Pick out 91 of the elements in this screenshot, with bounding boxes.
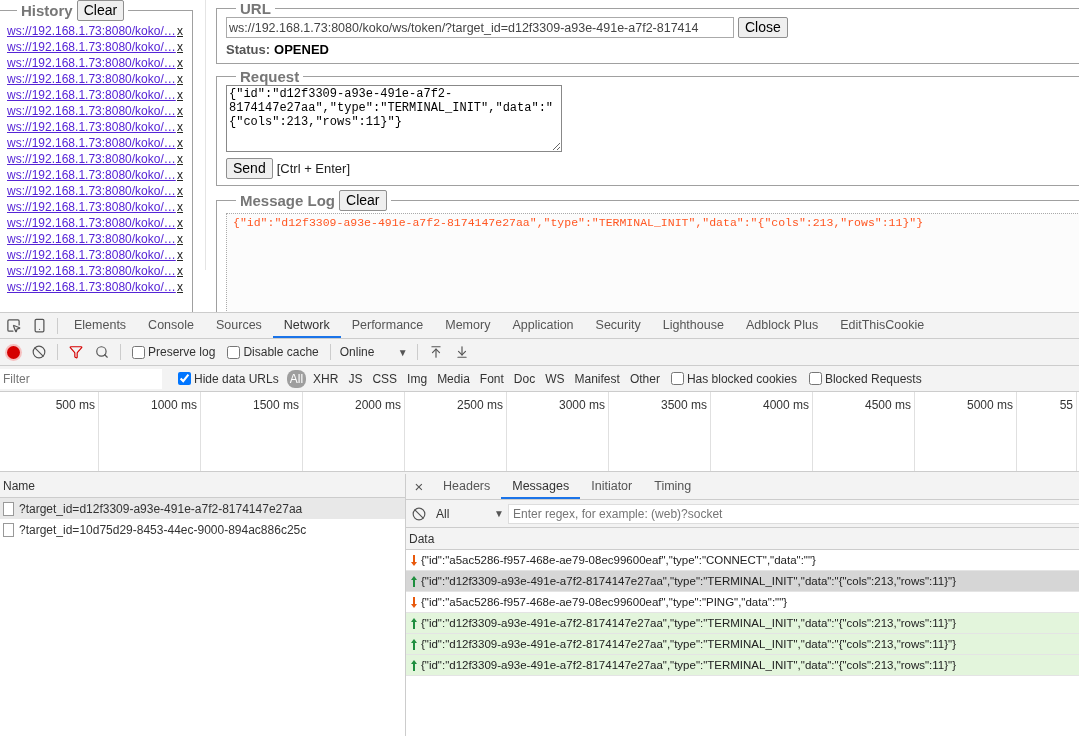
checkbox[interactable]	[670, 372, 684, 385]
type-filter[interactable]: JS	[345, 369, 366, 388]
type-filter[interactable]: CSS	[369, 369, 401, 388]
remove-link[interactable]: x	[177, 184, 183, 198]
time-tick: 1500 ms	[252, 398, 299, 412]
remove-link[interactable]: x	[177, 264, 183, 278]
panel-title: URL	[240, 0, 271, 17]
devtools-tab[interactable]: Adblock Plus	[734, 313, 830, 338]
type-filter[interactable]: Doc	[510, 369, 539, 388]
checkbox[interactable]	[808, 372, 822, 385]
log-entry: {"id":"d12f3309-a93e-491e-a7f2-8174147e27aa","type":"TERMINAL_INIT","data":"{"cols":213,"rows":11}"}	[233, 216, 925, 229]
remove-link[interactable]: x	[177, 232, 183, 246]
remove-link[interactable]: x	[177, 152, 183, 166]
caret-icon: ▼	[397, 346, 408, 358]
time-tick: 500 ms	[55, 398, 95, 412]
status-value: OPENED	[274, 42, 329, 57]
detail-tab[interactable]: Timing	[643, 474, 703, 499]
devtools-tab[interactable]: Performance	[340, 313, 435, 338]
regex-field[interactable]: Enter regex, for example: (web)?socket	[508, 503, 1079, 524]
type-filter[interactable]: Other	[626, 369, 663, 388]
remove-link[interactable]: x	[177, 24, 183, 38]
checkbox-label: Blocked Requests	[824, 371, 922, 386]
remove-link[interactable]: x	[177, 216, 183, 230]
shortcut-hint: [Ctrl + Enter]	[276, 161, 351, 176]
close-button[interactable]: Close	[738, 17, 788, 38]
message-row[interactable]: {"id":"d12f3309-a93e-491e-a7f2-8174147e27aa","type":"TERMINAL_INIT","data":"{"cols":213,"rows":11}"}	[406, 571, 1079, 592]
filter-field[interactable]: Filter	[0, 368, 162, 389]
panel-title: Request	[240, 68, 300, 85]
remove-link[interactable]: x	[177, 56, 183, 70]
checkbox[interactable]	[178, 372, 191, 385]
checkbox-label: Preserve log	[148, 345, 216, 359]
checkbox[interactable]	[227, 345, 241, 359]
remove-link[interactable]: x	[177, 168, 183, 182]
type-filter[interactable]: Media	[434, 369, 473, 388]
type-filter[interactable]: Manifest	[571, 369, 623, 388]
message-row[interactable]: {"id":"d12f3309-a93e-491e-a7f2-8174147e27aa","type":"TERMINAL_INIT","data":"{"cols":213,"rows":11}"}	[406, 613, 1079, 634]
devtools-tab[interactable]: Application	[501, 313, 585, 338]
throttling-dropdown[interactable]: Online ▼	[335, 345, 412, 359]
remove-link[interactable]: x	[177, 200, 183, 214]
column-header: Data	[406, 528, 1079, 550]
remove-link[interactable]: x	[177, 40, 183, 54]
time-tick: 3500 ms	[660, 398, 707, 412]
panel-title: History	[21, 2, 73, 19]
checkbox-label: Hide data URLs	[194, 371, 279, 386]
type-filter[interactable]: Img	[404, 369, 431, 388]
remove-link[interactable]: x	[177, 136, 183, 150]
remove-link[interactable]: x	[177, 88, 183, 102]
detail-tab[interactable]: Headers	[432, 474, 502, 499]
remove-link[interactable]: x	[177, 72, 183, 86]
file-icon	[3, 501, 14, 516]
time-tick: 5000 ms	[966, 398, 1013, 412]
file-icon	[3, 522, 14, 537]
time-tick: 2000 ms	[354, 398, 401, 412]
detail-tab[interactable]: Initiator	[580, 474, 644, 499]
devtools-tab[interactable]: Console	[137, 313, 205, 338]
message-row[interactable]: {"id":"d12f3309-a93e-491e-a7f2-8174147e27aa","type":"TERMINAL_INIT","data":"{"cols":213,"rows":11}"}	[406, 655, 1079, 676]
checkbox-label: Disable cache	[243, 345, 319, 359]
time-tick: 2500 ms	[456, 398, 503, 412]
caret-icon: ▼	[494, 508, 504, 519]
remove-link[interactable]: x	[177, 104, 183, 118]
devtools-tab[interactable]: Security	[584, 313, 652, 338]
send-button[interactable]: Send	[226, 158, 273, 179]
checkbox-label: Has blocked cookies	[686, 371, 797, 386]
time-tick: 3000 ms	[558, 398, 605, 412]
clear-button[interactable]: Clear	[339, 190, 387, 211]
status-label: Status:	[226, 42, 271, 57]
request-row[interactable]: ?target_id=d12f3309-a93e-491e-a7f2-8174147e27aa	[0, 498, 405, 519]
devtools-tab[interactable]: Memory	[434, 313, 502, 338]
remove-link[interactable]: x	[177, 280, 183, 294]
time-tick: 1000 ms	[150, 398, 197, 412]
column-header: Name	[0, 474, 405, 498]
checkbox[interactable]	[132, 345, 145, 359]
time-tick: 4000 ms	[762, 398, 809, 412]
url-field[interactable]: ws://192.168.1.73:8080/koko/ws/token/?target_id=d12f3309-a93e-491e-a7f2-817414	[226, 17, 734, 38]
close-button[interactable]: ×	[406, 478, 432, 495]
devtools-tab[interactable]: Sources	[205, 313, 273, 338]
devtools-tab[interactable]: Elements	[63, 313, 138, 338]
time-tick: 4500 ms	[864, 398, 911, 412]
devtools-tab[interactable]: EditThisCookie	[829, 313, 936, 338]
type-filter[interactable]: Font	[476, 369, 507, 388]
panel-title: Message Log	[240, 192, 336, 209]
request-field[interactable]: {"id":"d12f3309-a93e-491e-a7f2-8174147e27aa","type":"TERMINAL_INIT","data":"{"cols":213,"rows":11}"}	[226, 85, 562, 152]
message-type-dropdown[interactable]: All ▼	[432, 506, 508, 521]
remove-link[interactable]: x	[177, 248, 183, 262]
time-tick: 55	[1059, 398, 1073, 412]
remove-link[interactable]: x	[177, 120, 183, 134]
type-filter[interactable]: WS	[542, 369, 568, 388]
devtools-tab[interactable]: Lighthouse	[651, 313, 735, 338]
message-row[interactable]: {"id":"d12f3309-a93e-491e-a7f2-8174147e27aa","type":"TERMINAL_INIT","data":"{"cols":213,"rows":11}"}	[406, 634, 1079, 655]
type-filter[interactable]: XHR	[310, 369, 342, 388]
clear-button[interactable]: Clear	[76, 0, 125, 21]
